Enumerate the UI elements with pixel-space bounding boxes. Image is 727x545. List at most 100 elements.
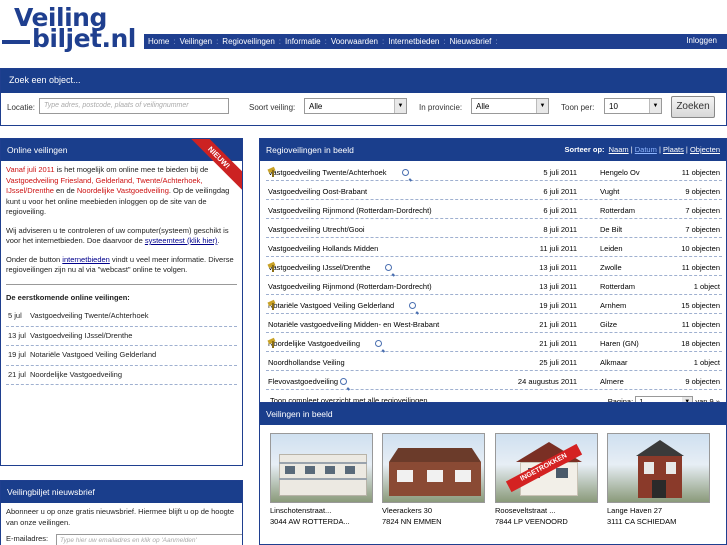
auction-place: Alkmaar [600, 358, 628, 367]
auction-place: Gilze [600, 320, 618, 329]
magnifier-icon[interactable] [340, 378, 348, 385]
upcoming-date: 21 jul [8, 369, 26, 379]
auction-objects: 15 objecten [681, 301, 720, 310]
auction-name[interactable]: Noordelijke Vastgoedveiling [268, 339, 382, 348]
nav-item-nieuwsbrief[interactable]: Nieuwsbrief [446, 37, 496, 46]
online-intro-text2: en de [53, 186, 77, 195]
nav-item-internetbieden[interactable]: Internetbieden [384, 37, 443, 46]
table-row[interactable]: Vastgoedveiling Rijnmond (Rotterdam-Dord… [266, 201, 722, 219]
internetbieden-link[interactable]: internetbieden [62, 255, 110, 264]
upcoming-auction-item[interactable]: 5 jul Vastgoedveiling Twente/Achterhoek [6, 307, 237, 327]
login-link[interactable]: Inloggen [686, 36, 717, 45]
nav-item-regioveilingen[interactable]: Regioveilingen [218, 37, 278, 46]
upcoming-date: 19 jul [8, 350, 26, 359]
online-more-text: Onder de button [6, 254, 63, 264]
chevron-down-icon: ▼ [394, 99, 406, 113]
hammer-icon[interactable] [397, 301, 407, 309]
auction-name[interactable]: Vastgoedveiling Utrecht/Gooi [268, 225, 365, 234]
regional-auctions-header: Regioveilingen in beeld Sorteer op: Naam… [260, 139, 726, 161]
auction-name[interactable]: Vastgoedveiling Twente/Achterhoek [268, 168, 409, 177]
online-intro-noordelijke[interactable]: Noordelijke Vastgoedveiling [77, 186, 169, 195]
auction-date: 21 juli 2011 [539, 339, 577, 348]
upcoming-title: De eerstkomende online veilingen: [6, 292, 130, 302]
table-row[interactable]: Noordelijke Vastgoedveiling 21 juli 2011 H… [266, 334, 722, 352]
featured-item[interactable]: INGETROKKEN Rooseveltstraat ... 7844 LP … [495, 433, 598, 526]
auction-date: 5 juli 2011 [543, 168, 577, 177]
property-photo[interactable]: INGETROKKEN [495, 433, 598, 503]
auction-date: 21 juli 2011 [539, 320, 577, 329]
site-logo[interactable]: Veiling biljet.nl [2, 3, 142, 53]
featured-item[interactable]: Lange Haven 27 3111 CA SCHIEDAM [607, 433, 710, 526]
logo-text-bottom: biljet.nl [32, 24, 136, 53]
featured-item[interactable]: Vleerackers 30 7824 NN EMMEN [382, 433, 485, 526]
table-row[interactable]: Notariële vastgoedveiling Midden- en Wes… [266, 315, 722, 333]
magnifier-icon[interactable] [409, 302, 417, 309]
auction-name[interactable]: Flevovastgoedveiling [268, 377, 348, 386]
table-row[interactable]: Vastgoedveiling Rijnmond (Rotterdam-Dord… [266, 277, 722, 295]
auction-place: De Bilt [600, 225, 623, 234]
auction-place: Rotterdam [600, 282, 636, 291]
sort-by-name[interactable]: Naam [609, 145, 629, 154]
auction-name-text: Vastgoedveiling Twente/Achterhoek [268, 168, 387, 177]
table-row[interactable]: Vastgoedveiling Utrecht/Gooi 8 juli 2011 D… [266, 220, 722, 238]
auction-objects: 7 objecten [685, 206, 720, 215]
upcoming-name[interactable]: Vastgoedveiling Twente/Achterhoek [30, 311, 149, 320]
property-photo[interactable] [607, 433, 710, 503]
upcoming-auction-item[interactable]: 19 jul Notariële Vastgoed Veiling Gelderl… [6, 346, 237, 366]
table-row[interactable]: Vastgoedveiling Twente/Achterhoek 5 juli … [266, 163, 722, 181]
auction-type-select[interactable]: Alle ▼ [304, 98, 407, 114]
nav-item-veilingen[interactable]: Veilingen [176, 37, 216, 46]
upcoming-name[interactable]: Notariële Vastgoed Veiling Gelderland [30, 350, 156, 359]
nav-item-informatie[interactable]: Informatie [281, 37, 325, 46]
table-row[interactable]: Notariële Vastgoed Veiling Gelderland 19 … [266, 296, 722, 314]
auction-name[interactable]: Vastgoedveiling Rijnmond (Rotterdam-Dord… [268, 282, 432, 291]
auction-name[interactable]: Vastgoedveiling Rijnmond (Rotterdam-Dord… [268, 206, 432, 215]
search-button[interactable]: Zoeken [671, 96, 715, 118]
auction-name[interactable]: Vastgoedveiling Oost-Brabant [268, 187, 367, 196]
nav-separator: : [495, 37, 498, 46]
show-per-label: Toon per: [561, 103, 595, 112]
table-row[interactable]: Vastgoedveiling IJssel/Drenthe 13 juli 20… [266, 258, 722, 276]
property-city: 3044 AW ROTTERDA... [270, 517, 350, 526]
sort-by-objects[interactable]: Objecten [690, 145, 720, 154]
auction-name[interactable]: Vastgoedveiling IJssel/Drenthe [268, 263, 393, 272]
auction-name[interactable]: Noordhollandse Veiling [268, 358, 345, 367]
upcoming-auction-item[interactable]: 13 jul Vastgoedveiling IJssel/Drenthe [6, 327, 237, 346]
magnifier-icon[interactable] [401, 169, 409, 176]
upcoming-auction-item[interactable]: 21 jul Noordelijke Vastgoedveiling [6, 366, 237, 385]
auction-name[interactable]: Notariële vastgoedveiling Midden- en Wes… [268, 320, 439, 329]
sort-by-date[interactable]: Datum [635, 145, 657, 154]
featured-item[interactable]: Linschotenstraat... 3044 AW ROTTERDA... [270, 433, 373, 526]
table-row[interactable]: Vastgoedveiling Hollands Midden 11 juli 2… [266, 239, 722, 257]
upcoming-name[interactable]: Vastgoedveiling IJssel/Drenthe [30, 331, 132, 340]
nav-item-voorwaarden[interactable]: Voorwaarden [327, 37, 382, 46]
auction-objects: 1 object [693, 282, 720, 291]
property-photo[interactable] [382, 433, 485, 503]
featured-auctions-panel: Veilingen in beeld Linschotenstraat... 3… [259, 402, 727, 545]
chevron-down-icon: ▼ [649, 99, 661, 113]
auction-name[interactable]: Vastgoedveiling Hollands Midden [268, 244, 378, 253]
auction-name[interactable]: Notariële Vastgoed Veiling Gelderland [268, 301, 417, 310]
location-input[interactable]: Type adres, postcode, plaats of veilingn… [39, 98, 229, 114]
property-photo[interactable] [270, 433, 373, 503]
online-advice-end: . [217, 236, 220, 245]
systemtest-link[interactable]: systeemtest (klik hier) [145, 236, 218, 245]
sort-label: Sorteer op: [564, 145, 605, 154]
regional-auctions-panel: Regioveilingen in beeld Sorteer op: Naam… [259, 138, 727, 408]
nav-item-home[interactable]: Home [144, 37, 173, 46]
table-row[interactable]: Vastgoedveiling Oost-Brabant 6 juli 2011 V… [266, 182, 722, 200]
province-select[interactable]: Alle ▼ [471, 98, 549, 114]
auction-place: Almere [600, 377, 624, 386]
sort-by-place[interactable]: Plaats [663, 145, 684, 154]
hammer-icon[interactable] [373, 263, 383, 271]
show-per-select[interactable]: 10 ▼ [604, 98, 662, 114]
magnifier-icon[interactable] [385, 264, 393, 271]
magnifier-icon[interactable] [375, 340, 382, 347]
hammer-icon[interactable] [363, 339, 373, 347]
email-field[interactable]: Type hier uw emailadres en klik op 'Aanm… [56, 534, 242, 545]
table-row[interactable]: Noordhollandse Veiling 25 juli 2011 Alkmaa… [266, 353, 722, 371]
hammer-icon[interactable] [390, 168, 400, 176]
auction-date: 24 augustus 2011 [517, 377, 577, 386]
table-row[interactable]: Flevovastgoedveiling 24 augustus 2011 Alme… [266, 372, 722, 390]
upcoming-name[interactable]: Noordelijke Vastgoedveiling [30, 370, 122, 379]
